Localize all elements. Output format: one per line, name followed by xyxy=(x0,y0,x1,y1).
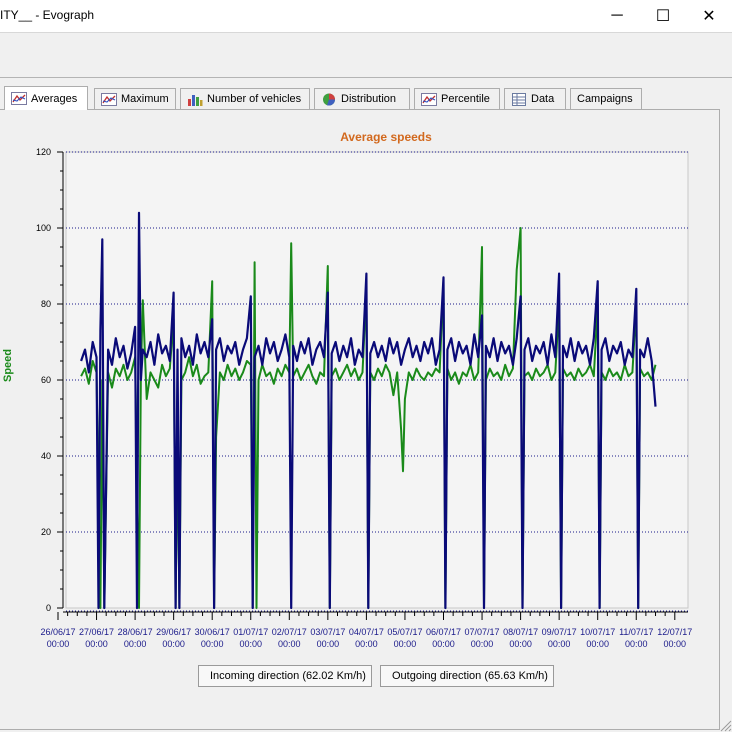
y-tick-label: 120 xyxy=(36,147,51,157)
x-tick-label: 00:00 xyxy=(278,639,301,649)
x-tick-label: 00:00 xyxy=(394,639,417,649)
x-tick-label: 08/07/17 xyxy=(503,627,538,637)
x-tick-label: 00:00 xyxy=(625,639,648,649)
tab-label: Averages xyxy=(31,92,78,105)
legend-label-outgoing: Outgoing direction (65.63 Km/h) xyxy=(392,670,548,682)
x-tick-label: 09/07/17 xyxy=(542,627,577,637)
x-tick-label: 12/07/17 xyxy=(657,627,692,637)
average-speeds-chart: 0 20 40 60 80 100 120 26/06/17 00:00 27/06/17 00:… xyxy=(36,147,692,649)
y-tick-label: 80 xyxy=(41,299,51,309)
x-tick-label: 00:00 xyxy=(162,639,185,649)
y-tick-label: 100 xyxy=(36,223,51,233)
x-tick-label: 00:00 xyxy=(239,639,262,649)
x-tick-label: 02/07/17 xyxy=(272,627,307,637)
x-tick-label: 01/07/17 xyxy=(233,627,268,637)
x-tick-label: 00:00 xyxy=(509,639,532,649)
x-tick-label: 00:00 xyxy=(548,639,571,649)
x-tick-label: 00:00 xyxy=(317,639,340,649)
x-tick-label: 00:00 xyxy=(432,639,455,649)
y-tick-label: 60 xyxy=(41,375,51,385)
x-tick-label: 00:00 xyxy=(124,639,147,649)
x-tick-label: 04/07/17 xyxy=(349,627,384,637)
x-tick-label: 30/06/17 xyxy=(195,627,230,637)
legend-label-incoming: Incoming direction (62.02 Km/h) xyxy=(210,670,366,682)
x-tick-label: 26/06/17 xyxy=(40,627,75,637)
x-tick-label: 07/07/17 xyxy=(465,627,500,637)
legend-item-outgoing[interactable]: Outgoing direction (65.63 Km/h) xyxy=(380,665,554,687)
x-tick-label: 00:00 xyxy=(47,639,70,649)
x-tick-label: 29/06/17 xyxy=(156,627,191,637)
y-tick-label: 40 xyxy=(41,451,51,461)
x-axis: 26/06/17 00:00 27/06/17 00:00 28/06/17 00:00 2… xyxy=(40,611,692,649)
x-tick-label: 03/07/17 xyxy=(310,627,345,637)
y-axis: 0 20 40 60 80 100 120 xyxy=(36,147,64,613)
x-tick-label: 27/06/17 xyxy=(79,627,114,637)
y-tick-label: 0 xyxy=(46,603,51,613)
x-tick-label: 10/07/17 xyxy=(580,627,615,637)
x-tick-label: 28/06/17 xyxy=(118,627,153,637)
tab-averages[interactable]: Averages xyxy=(4,86,88,110)
x-tick-label: 11/07/17 xyxy=(619,627,653,637)
resize-grip-icon[interactable] xyxy=(718,718,732,732)
x-tick-label: 00:00 xyxy=(201,639,224,649)
x-tick-label: 06/07/17 xyxy=(426,627,461,637)
x-tick-label: 00:00 xyxy=(85,639,108,649)
x-tick-label: 00:00 xyxy=(471,639,494,649)
x-tick-label: 05/07/17 xyxy=(387,627,422,637)
legend-item-incoming[interactable]: Incoming direction (62.02 Km/h) xyxy=(198,665,372,687)
x-tick-label: 00:00 xyxy=(664,639,687,649)
line-chart-icon xyxy=(11,92,27,105)
x-tick-label: 00:00 xyxy=(355,639,378,649)
x-tick-label: 00:00 xyxy=(586,639,609,649)
y-tick-label: 20 xyxy=(41,527,51,537)
